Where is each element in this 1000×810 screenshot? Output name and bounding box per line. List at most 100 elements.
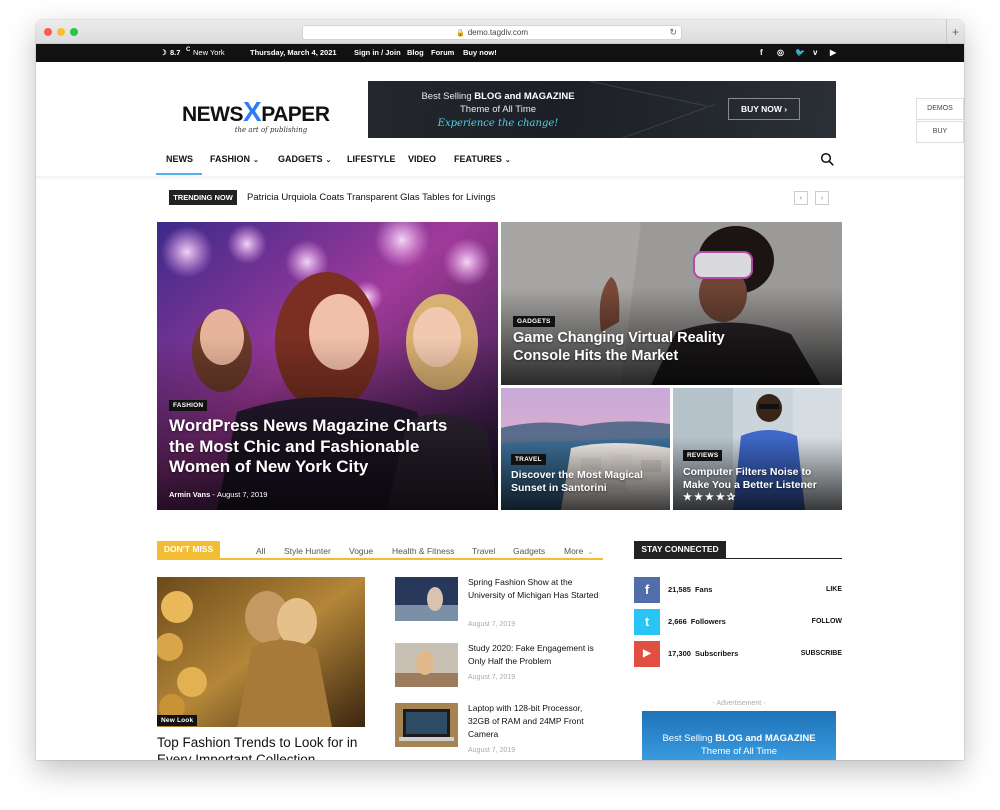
dont-miss-item-3-title[interactable]: Laptop with 128-bit Processor, 32GB of R…	[468, 702, 606, 740]
buy-now-link[interactable]: Buy now!	[463, 44, 497, 62]
stay-connected-underline	[634, 558, 842, 559]
twitter-counter: 2,666 Followers	[668, 609, 726, 635]
meta-separator: -	[212, 490, 215, 499]
header-banner-ad[interactable]: Best Selling BLOG and MAGAZINE Theme of …	[368, 81, 836, 138]
nav-item-lifestyle[interactable]: LIFESTYLE	[347, 144, 396, 174]
stay-connected-badge: STAY CONNECTED	[634, 541, 726, 558]
dont-miss-main-image[interactable]: New Look	[157, 577, 365, 727]
facebook-icon: f	[634, 577, 660, 603]
maximize-window-button[interactable]	[70, 28, 78, 36]
logo-wordmark: NEWSXPAPER	[182, 96, 342, 128]
nav-item-gadgets[interactable]: GADGETS ⌄	[278, 144, 331, 174]
nav-item-label: GADGETS	[278, 154, 323, 164]
facebook-like-button[interactable]: LIKE	[826, 577, 842, 603]
rating-stars-icon: ★★★★✰	[683, 492, 738, 503]
hero-bottom-left-category[interactable]: TRAVEL	[511, 454, 546, 465]
hero-bottom-right-title[interactable]: Computer Filters Noise to Make You a Bet…	[683, 466, 838, 492]
browser-window: 🔒 demo.tagdiv.com ↻ + ☽ 8.7 C New York Th…	[36, 20, 964, 760]
dont-miss-item-1-image[interactable]	[395, 577, 458, 621]
hero-bottom-right-article[interactable]: REVIEWS Computer Filters Noise to Make Y…	[673, 388, 842, 510]
instagram-icon[interactable]: ◎	[777, 44, 784, 62]
signin-link[interactable]: Sign in / Join	[354, 44, 401, 62]
hero-top-right-article[interactable]: GADGETS Game Changing Virtual Reality Co…	[501, 222, 842, 385]
buy-side-button[interactable]: BUY	[916, 121, 964, 143]
dont-miss-tab-gadgets[interactable]: Gadgets	[513, 546, 545, 556]
nav-item-fashion[interactable]: FASHION ⌄	[210, 144, 259, 174]
sidebar-ad-line-1b: BLOG and MAGAZINE	[715, 733, 816, 744]
hero-main-category[interactable]: FASHION	[169, 400, 208, 411]
dont-miss-tab-style-hunter[interactable]: Style Hunter	[284, 546, 331, 556]
close-window-button[interactable]	[44, 28, 52, 36]
dont-miss-item-3-photo	[395, 703, 458, 747]
twitter-icon: t	[634, 609, 660, 635]
trending-next-button[interactable]: ›	[815, 191, 829, 205]
youtube-counter: 17,300 Subscribers	[668, 641, 738, 667]
dont-miss-main-photo	[157, 577, 365, 727]
dont-miss-main-category[interactable]: New Look	[157, 715, 198, 726]
hero-main-title[interactable]: WordPress News Magazine Charts the Most …	[169, 416, 469, 478]
dont-miss-tab-more[interactable]: More ⌄	[564, 546, 593, 556]
browser-toolbar: 🔒 demo.tagdiv.com ↻ +	[36, 20, 964, 44]
sidebar-ad-line-2: Theme of All Time	[700, 746, 778, 757]
youtube-label: Subscribers	[694, 649, 739, 658]
logo-part-x: X	[243, 96, 262, 127]
dont-miss-tab-health-fitness[interactable]: Health & Fitness	[392, 546, 454, 556]
social-row-facebook[interactable]: f 21,585 Fans LIKE	[634, 577, 842, 603]
banner-line-1a: Best Selling	[421, 91, 475, 102]
advertisement-label: - Advertisement -	[712, 700, 766, 707]
forum-link[interactable]: Forum	[431, 44, 454, 62]
dont-miss-item-3-date: August 7, 2019	[468, 747, 516, 754]
nav-item-video[interactable]: VIDEO	[408, 144, 436, 174]
twitter-follow-button[interactable]: FOLLOW	[812, 609, 842, 635]
vimeo-icon[interactable]: v	[813, 44, 817, 62]
hero-bottom-left-article[interactable]: TRAVEL Discover the Most Magical Sunset …	[501, 388, 670, 510]
demos-side-button[interactable]: DEMOS	[916, 98, 964, 120]
twitter-icon[interactable]: 🐦	[795, 44, 805, 62]
hero-top-right-category[interactable]: GADGETS	[513, 316, 555, 327]
nav-item-label: FASHION	[210, 154, 251, 164]
banner-buy-now-button[interactable]: BUY NOW ›	[728, 98, 800, 120]
nav-item-news[interactable]: NEWS	[166, 144, 193, 174]
nav-item-features[interactable]: FEATURES ⌄	[454, 144, 511, 174]
youtube-subscribe-button[interactable]: SUBSCRIBE	[801, 641, 842, 667]
trending-prev-button[interactable]: ‹	[794, 191, 808, 205]
youtube-icon[interactable]: ▶	[830, 44, 836, 62]
nav-divider	[36, 176, 964, 180]
address-bar[interactable]: 🔒 demo.tagdiv.com ↻	[302, 25, 682, 40]
nav-item-label: VIDEO	[408, 154, 437, 164]
banner-line-2: Theme of All Time	[459, 104, 537, 115]
dont-miss-underline	[157, 558, 603, 560]
nav-item-label: LIFESTYLE	[347, 154, 396, 164]
hero-top-right-title[interactable]: Game Changing Virtual Reality Console Hi…	[513, 330, 773, 365]
lock-icon: 🔒	[455, 30, 465, 37]
minimize-window-button[interactable]	[57, 28, 65, 36]
facebook-icon[interactable]: f	[760, 44, 763, 62]
dont-miss-tab-vogue[interactable]: Vogue	[349, 546, 373, 556]
hero-bottom-left-title[interactable]: Discover the Most Magical Sunset in Sant…	[511, 469, 661, 495]
url-text: demo.tagdiv.com	[467, 28, 529, 37]
dont-miss-item-3-image[interactable]	[395, 703, 458, 747]
trending-headline[interactable]: Patricia Urquiola Coats Transparent Glas…	[247, 190, 496, 205]
new-tab-button[interactable]: +	[946, 20, 964, 44]
banner-decoration	[620, 103, 716, 138]
dont-miss-tab-all[interactable]: All	[256, 546, 265, 556]
hero-bottom-right-category[interactable]: REVIEWS	[683, 450, 723, 461]
dont-miss-main-title[interactable]: Top Fashion Trends to Look for in Every …	[157, 735, 377, 760]
dont-miss-item-1-title[interactable]: Spring Fashion Show at the University of…	[468, 576, 606, 602]
social-row-youtube[interactable]: ▶ 17,300 Subscribers SUBSCRIBE	[634, 641, 842, 667]
dont-miss-tab-travel[interactable]: Travel	[472, 546, 495, 556]
social-row-twitter[interactable]: t 2,666 Followers FOLLOW	[634, 609, 842, 635]
search-icon[interactable]	[820, 152, 834, 166]
dont-miss-item-1-photo	[395, 577, 458, 621]
blog-link[interactable]: Blog	[407, 44, 424, 62]
dont-miss-item-2-image[interactable]	[395, 643, 458, 687]
site-logo[interactable]: NEWSXPAPER the art of publishing	[182, 96, 342, 134]
dont-miss-tab-more-label: More	[564, 546, 584, 556]
reload-icon[interactable]: ↻	[669, 26, 677, 39]
hero-main-author[interactable]: Armin Vans	[169, 490, 210, 499]
sidebar-ad[interactable]: Best Selling BLOG and MAGAZINE Theme of …	[642, 711, 836, 760]
hero-main-date: August 7, 2019	[216, 490, 268, 499]
hero-main-article[interactable]: FASHION WordPress News Magazine Charts t…	[157, 222, 498, 510]
banner-line-1b: BLOG and MAGAZINE	[474, 91, 575, 102]
dont-miss-item-2-title[interactable]: Study 2020: Fake Engagement is Only Half…	[468, 642, 606, 668]
